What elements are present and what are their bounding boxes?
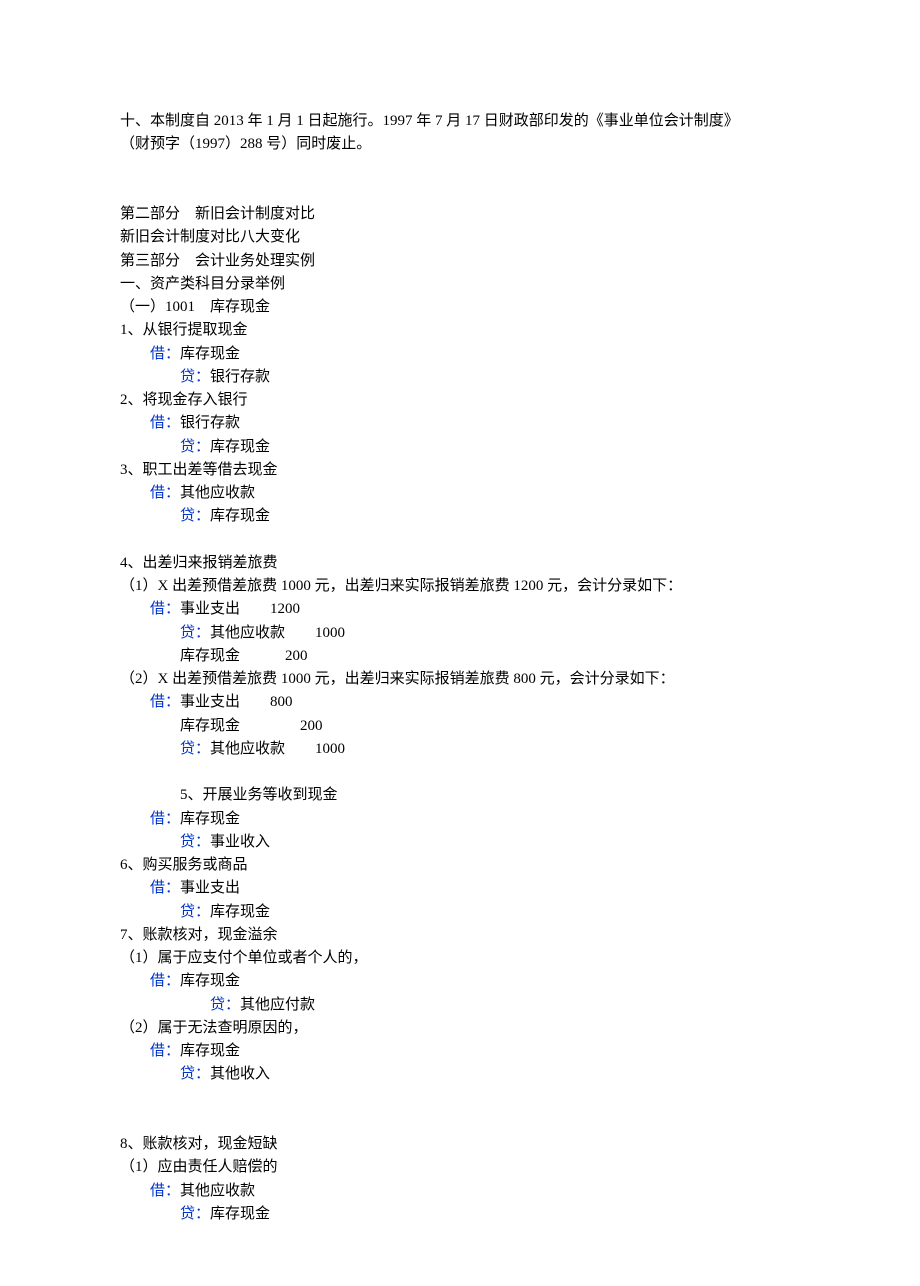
entry-7-case1-desc: （1）属于应支付个单位或者个人的， bbox=[120, 947, 800, 970]
credit-account: 其他应付款 bbox=[240, 997, 315, 1013]
entry-8-title: 8、账款核对，现金短缺 bbox=[120, 1133, 800, 1156]
entry-4-case1-credit2: 库存现金 200 bbox=[120, 645, 800, 668]
debit-label: 借： bbox=[150, 346, 180, 362]
entry-2-title: 2、将现金存入银行 bbox=[120, 389, 800, 412]
section-1-1: （一）1001 库存现金 bbox=[120, 296, 800, 319]
entry-4-case2-credit: 贷：其他应收款 1000 bbox=[120, 738, 800, 761]
credit-label: 贷： bbox=[180, 904, 210, 920]
entry-3-title: 3、职工出差等借去现金 bbox=[120, 459, 800, 482]
entry-7-case2-debit: 借：库存现金 bbox=[120, 1040, 800, 1063]
entry-5-credit: 贷：事业收入 bbox=[120, 831, 800, 854]
debit-account: 事业支出 bbox=[180, 880, 240, 896]
entry-1-title: 1、从银行提取现金 bbox=[120, 319, 800, 342]
entry-3-debit: 借：其他应收款 bbox=[120, 482, 800, 505]
entry-7-case1-credit: 贷：其他应付款 bbox=[120, 994, 800, 1017]
credit-account: 库存现金 bbox=[210, 508, 270, 524]
credit-label: 贷： bbox=[180, 1066, 210, 1082]
credit-label: 贷： bbox=[180, 741, 210, 757]
entry-5-debit: 借：库存现金 bbox=[120, 808, 800, 831]
debit-account: 库存现金 bbox=[180, 973, 240, 989]
intro-line1: 十、本制度自 2013 年 1 月 1 日起施行。1997 年 7 月 17 日… bbox=[120, 110, 800, 133]
credit-account: 库存现金 bbox=[210, 1206, 270, 1222]
credit-account: 银行存款 bbox=[210, 369, 270, 385]
part2-title: 第二部分 新旧会计制度对比 bbox=[120, 203, 800, 226]
debit-account: 事业支出 800 bbox=[180, 694, 293, 710]
debit-account: 银行存款 bbox=[180, 415, 240, 431]
credit-account: 库存现金 bbox=[210, 904, 270, 920]
credit-account: 其他应收款 1000 bbox=[210, 741, 345, 757]
part2-subtitle: 新旧会计制度对比八大变化 bbox=[120, 226, 800, 249]
entry-4-case2-debit2: 库存现金 200 bbox=[120, 715, 800, 738]
credit-label: 贷： bbox=[180, 369, 210, 385]
credit-label: 贷： bbox=[180, 625, 210, 641]
debit-account: 其他应收款 bbox=[180, 485, 255, 501]
entry-4-case1-desc: （1）X 出差预借差旅费 1000 元，出差归来实际报销差旅费 1200 元，会… bbox=[120, 575, 800, 598]
entry-6-credit: 贷：库存现金 bbox=[120, 901, 800, 924]
credit-account: 库存现金 bbox=[210, 439, 270, 455]
entry-7-case1-debit: 借：库存现金 bbox=[120, 970, 800, 993]
credit-label: 贷： bbox=[180, 834, 210, 850]
entry-4-case1-debit: 借：事业支出 1200 bbox=[120, 598, 800, 621]
entry-5-title: 5、开展业务等收到现金 bbox=[120, 784, 800, 807]
debit-label: 借： bbox=[150, 811, 180, 827]
debit-account: 事业支出 1200 bbox=[180, 601, 300, 617]
debit-label: 借： bbox=[150, 1043, 180, 1059]
credit-account: 事业收入 bbox=[210, 834, 270, 850]
entry-6-debit: 借：事业支出 bbox=[120, 877, 800, 900]
debit-label: 借： bbox=[150, 973, 180, 989]
entry-7-case2-credit: 贷：其他收入 bbox=[120, 1063, 800, 1086]
debit-label: 借： bbox=[150, 485, 180, 501]
entry-3-credit: 贷：库存现金 bbox=[120, 505, 800, 528]
entry-1-credit: 贷：银行存款 bbox=[120, 366, 800, 389]
debit-label: 借： bbox=[150, 694, 180, 710]
debit-account: 库存现金 bbox=[180, 1043, 240, 1059]
debit-label: 借： bbox=[150, 880, 180, 896]
entry-4-case2-debit: 借：事业支出 800 bbox=[120, 691, 800, 714]
credit-label: 贷： bbox=[180, 508, 210, 524]
entry-4-title: 4、出差归来报销差旅费 bbox=[120, 552, 800, 575]
entry-8-case1-desc: （1）应由责任人赔偿的 bbox=[120, 1156, 800, 1179]
credit-account: 其他应收款 1000 bbox=[210, 625, 345, 641]
debit-label: 借： bbox=[150, 601, 180, 617]
part3-title: 第三部分 会计业务处理实例 bbox=[120, 250, 800, 273]
debit-account: 库存现金 bbox=[180, 811, 240, 827]
credit-label: 贷： bbox=[180, 439, 210, 455]
entry-7-title: 7、账款核对，现金溢余 bbox=[120, 924, 800, 947]
entry-8-case1-debit: 借：其他应收款 bbox=[120, 1180, 800, 1203]
entry-2-debit: 借：银行存款 bbox=[120, 412, 800, 435]
credit-account: 其他收入 bbox=[210, 1066, 270, 1082]
entry-1-debit: 借：库存现金 bbox=[120, 343, 800, 366]
intro-line2: （财预字（1997）288 号）同时废止。 bbox=[120, 133, 800, 156]
credit-label: 贷： bbox=[210, 997, 240, 1013]
debit-label: 借： bbox=[150, 415, 180, 431]
debit-account: 库存现金 bbox=[180, 346, 240, 362]
entry-4-case1-credit: 贷：其他应收款 1000 bbox=[120, 622, 800, 645]
entry-2-credit: 贷：库存现金 bbox=[120, 436, 800, 459]
section-1: 一、资产类科目分录举例 bbox=[120, 273, 800, 296]
entry-8-case1-credit: 贷：库存现金 bbox=[120, 1203, 800, 1226]
entry-4-case2-desc: （2）X 出差预借差旅费 1000 元，出差归来实际报销差旅费 800 元，会计… bbox=[120, 668, 800, 691]
credit-label: 贷： bbox=[180, 1206, 210, 1222]
entry-7-case2-desc: （2）属于无法查明原因的， bbox=[120, 1017, 800, 1040]
entry-6-title: 6、购买服务或商品 bbox=[120, 854, 800, 877]
